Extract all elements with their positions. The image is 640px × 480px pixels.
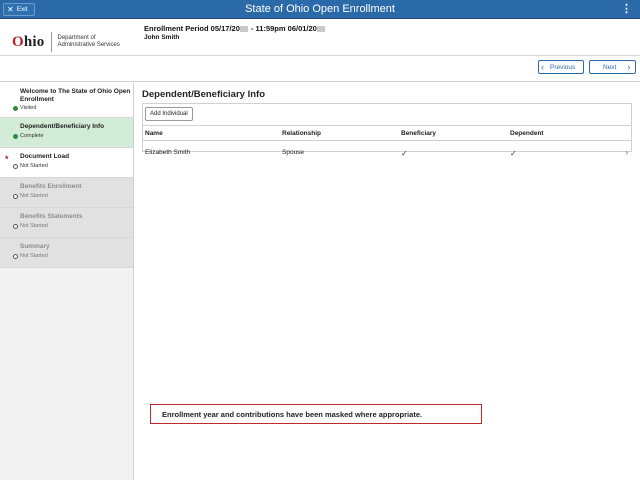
previous-label: Previous — [550, 63, 576, 71]
previous-button[interactable]: ‹ Previous — [538, 60, 584, 74]
step-title: Dependent/Beneficiary Info — [20, 123, 105, 130]
masked-year — [316, 26, 325, 33]
navigation-bar: ‹ Previous Next › — [0, 56, 640, 82]
grid-header-row: Name Relationship Beneficiary Dependent — [143, 125, 631, 141]
required-icon: * — [5, 154, 9, 164]
step-dependent-beneficiary[interactable]: Dependent/Beneficiary Info Complete — [0, 118, 133, 148]
title-bar: ✕ Exit State of Ohio Open Enrollment ⋮ — [0, 0, 640, 19]
logo-agency-text: Department of Administrative Services — [58, 35, 120, 49]
chevron-right-icon: › — [627, 62, 631, 72]
cell-relationship: Spouse — [282, 149, 305, 156]
column-header-beneficiary[interactable]: Beneficiary — [401, 130, 436, 137]
masking-notice: Enrollment year and contributions have b… — [150, 404, 482, 424]
page-title: Dependent/Beneficiary Info — [142, 89, 265, 100]
step-status-label: Not Started — [20, 193, 48, 199]
step-title: Benefits Enrollment — [20, 183, 82, 190]
enrollment-period: Enrollment Period 05/17/20 - 11:59pm 06/… — [144, 24, 326, 33]
step-status: Not Started — [13, 163, 48, 169]
step-status-label: Not Started — [20, 163, 48, 169]
dependent-check-icon: ✓ — [510, 149, 517, 158]
period-end: - 11:59pm 06/01/20 — [248, 24, 317, 33]
masked-year — [239, 26, 248, 33]
chevron-left-icon: ‹ — [541, 62, 544, 72]
step-welcome[interactable]: Welcome to The State of Ohio Open Enroll… — [0, 83, 133, 118]
next-label: Next — [603, 63, 617, 71]
cell-name: Elizabeth Smith — [145, 149, 191, 156]
column-header-dependent[interactable]: Dependent — [510, 130, 544, 137]
step-status: Visited — [13, 105, 36, 111]
beneficiary-check-icon: ✓ — [401, 149, 408, 158]
visited-status-icon — [13, 105, 18, 111]
step-benefits-enrollment: Benefits Enrollment Not Started — [0, 178, 133, 208]
step-benefits-statements: Benefits Statements Not Started — [0, 208, 133, 238]
step-title: Benefits Statements — [20, 213, 83, 220]
step-title: Welcome to The State of Ohio Open Enroll… — [20, 88, 131, 103]
step-status-label: Complete — [20, 133, 44, 139]
kebab-menu-icon[interactable]: ⋮ — [621, 3, 632, 15]
page-header: Ohio Department of Administrative Servic… — [0, 20, 640, 56]
not-started-status-icon — [13, 193, 18, 199]
step-status: Not Started — [13, 253, 48, 259]
step-status: Not Started — [13, 193, 48, 199]
chevron-right-icon[interactable]: › — [625, 148, 628, 157]
period-start: Enrollment Period 05/17/20 — [144, 24, 240, 33]
step-status: Complete — [13, 133, 44, 139]
step-status: Not Started — [13, 223, 48, 229]
dependents-grid: Add Individual Name Relationship Benefic… — [142, 103, 632, 158]
ohio-das-logo: Ohio Department of Administrative Servic… — [12, 32, 120, 52]
not-started-status-icon — [13, 163, 18, 169]
not-started-status-icon — [13, 223, 18, 229]
user-name: John Smith — [144, 34, 180, 41]
add-individual-button[interactable]: Add Individual — [145, 107, 193, 121]
table-row[interactable]: Elizabeth Smith Spouse ✓ ✓ › — [143, 141, 631, 158]
logo-divider — [50, 32, 52, 52]
column-header-relationship[interactable]: Relationship — [282, 130, 321, 137]
main-content: Dependent/Beneficiary Info Add Individua… — [135, 83, 640, 480]
step-status-label: Not Started — [20, 223, 48, 229]
steps-sidebar: Welcome to The State of Ohio Open Enroll… — [0, 83, 134, 480]
logo-line-2: Administrative Services — [57, 42, 120, 48]
column-header-name[interactable]: Name — [145, 130, 163, 137]
next-button[interactable]: Next › — [589, 60, 636, 74]
step-summary: Summary Not Started — [0, 238, 133, 268]
app-title: State of Ohio Open Enrollment — [245, 3, 395, 15]
step-document-load[interactable]: * Document Load Not Started — [0, 148, 133, 178]
complete-status-icon — [13, 133, 18, 139]
step-status-label: Not Started — [20, 253, 48, 259]
step-title: Document Load — [20, 153, 70, 160]
logo-line-1: Department of — [57, 35, 96, 41]
not-started-status-icon — [13, 253, 18, 259]
logo-word: Ohio — [12, 33, 45, 50]
step-title: Summary — [20, 243, 50, 250]
step-status-label: Visited — [20, 105, 37, 111]
